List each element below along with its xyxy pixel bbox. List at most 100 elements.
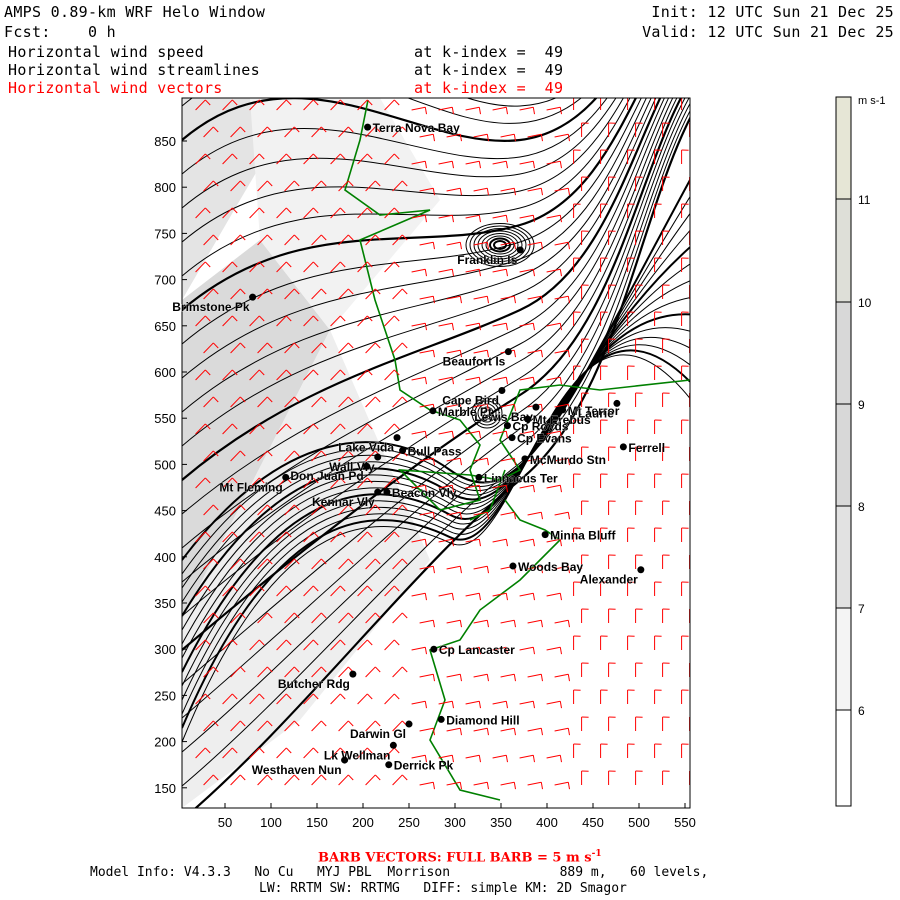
colorbar-bin bbox=[835, 96, 852, 200]
wind-barb bbox=[627, 527, 635, 543]
wind-barb bbox=[689, 770, 690, 786]
colorbar-bin bbox=[835, 403, 852, 507]
wind-barb bbox=[465, 160, 481, 169]
place-dot bbox=[363, 462, 371, 470]
colorbar-bin bbox=[835, 301, 852, 405]
wind-barb bbox=[438, 214, 454, 223]
wind-barb bbox=[519, 538, 535, 547]
wind-barb bbox=[465, 754, 481, 763]
wind-barb bbox=[581, 500, 589, 516]
place-marker: McMurdo Stn bbox=[521, 453, 606, 467]
wind-barb bbox=[608, 770, 616, 786]
wind-barb bbox=[627, 689, 635, 705]
wind-barb bbox=[546, 592, 562, 601]
wind-barb bbox=[492, 754, 508, 763]
wind-barb bbox=[438, 592, 454, 601]
wind-barb bbox=[519, 160, 535, 169]
wind-barb bbox=[554, 295, 570, 304]
wind-barb bbox=[681, 743, 689, 759]
colorbar-label: 7 bbox=[858, 602, 865, 616]
wind-barb bbox=[654, 743, 662, 759]
wind-barb bbox=[384, 423, 400, 435]
wind-barb bbox=[635, 608, 643, 624]
wind-map: 50 100 150 200 250 300 350 400 450 500 550 150 200 25… bbox=[154, 0, 885, 830]
colorbar-bin bbox=[835, 505, 852, 609]
place-label: Beacon Vly bbox=[392, 486, 457, 500]
wind-barb bbox=[438, 376, 454, 385]
wind-barb bbox=[527, 727, 543, 736]
wind-barb bbox=[662, 554, 670, 570]
wind-barb bbox=[654, 689, 662, 705]
wind-barb bbox=[573, 311, 581, 327]
wind-barb bbox=[689, 338, 690, 354]
wind-barb bbox=[419, 619, 435, 628]
wind-barb bbox=[689, 500, 690, 516]
wind-barb bbox=[465, 700, 481, 709]
wind-barb bbox=[438, 160, 454, 169]
wind-barb bbox=[446, 619, 462, 628]
wind-barb bbox=[492, 106, 508, 115]
wind-barb bbox=[465, 592, 481, 601]
wind-barb bbox=[446, 727, 462, 736]
wind-barb bbox=[384, 315, 400, 327]
place-dot bbox=[504, 348, 512, 356]
place-label: Mt Fleming bbox=[219, 480, 282, 494]
place-label: Cp Lancaster bbox=[439, 643, 515, 657]
wind-barb bbox=[365, 396, 381, 408]
place-dot bbox=[532, 403, 540, 411]
wind-barb bbox=[473, 619, 489, 628]
wind-barb bbox=[492, 430, 508, 439]
y-tick-label: 350 bbox=[154, 596, 176, 611]
wind-barb bbox=[411, 376, 427, 385]
place-dot bbox=[389, 741, 397, 749]
wind-barb bbox=[392, 666, 408, 678]
place-label: Lk Wellman bbox=[324, 748, 390, 762]
place-marker: Marble Pt bbox=[429, 405, 492, 419]
wind-barb bbox=[492, 700, 508, 709]
place-label: Don Juan Pd bbox=[290, 469, 363, 483]
wind-barb bbox=[546, 646, 562, 655]
wind-barb bbox=[681, 149, 689, 165]
wind-barb bbox=[492, 160, 508, 169]
streamline bbox=[182, 0, 700, 72]
wind-barb bbox=[411, 700, 427, 709]
wind-barb bbox=[662, 392, 670, 408]
y-tick-label: 200 bbox=[154, 735, 176, 750]
place-dot bbox=[613, 399, 621, 407]
wind-barb bbox=[527, 511, 543, 520]
streamline bbox=[182, 0, 700, 55]
y-tick-label: 700 bbox=[154, 273, 176, 288]
wind-barb bbox=[519, 106, 535, 115]
wind-barb bbox=[662, 230, 670, 246]
streamline bbox=[182, 0, 700, 89]
wind-barb bbox=[689, 392, 690, 408]
wind-barb bbox=[411, 106, 427, 115]
wind-barb bbox=[446, 457, 462, 466]
place-label: McMurdo Stn bbox=[530, 453, 606, 467]
x-tick-label: 450 bbox=[582, 815, 604, 830]
wind-barb bbox=[519, 646, 535, 655]
wind-barb bbox=[446, 187, 462, 196]
place-dot bbox=[475, 473, 483, 481]
place-dot bbox=[541, 531, 549, 539]
y-tick-label: 500 bbox=[154, 457, 176, 472]
wind-barb bbox=[635, 770, 643, 786]
colorbar-label: 9 bbox=[858, 398, 865, 412]
wind-barb bbox=[662, 716, 670, 732]
place-marker: Darwin Gl bbox=[350, 720, 413, 741]
wind-barb bbox=[689, 176, 690, 192]
wind-barb bbox=[546, 268, 562, 277]
wind-barb bbox=[384, 99, 400, 111]
place-marker: Bull Pass bbox=[399, 444, 462, 459]
wind-barb bbox=[600, 365, 608, 381]
place-marker: Cp Evans bbox=[508, 431, 572, 446]
wind-barb bbox=[681, 203, 689, 219]
place-dot bbox=[282, 473, 290, 481]
wind-barb bbox=[554, 673, 570, 682]
x-tick-label: 350 bbox=[490, 815, 512, 830]
place-dot bbox=[521, 455, 529, 463]
wind-barb bbox=[384, 693, 400, 705]
place-marker: Minna Bluff bbox=[541, 528, 617, 543]
wind-barb bbox=[689, 662, 690, 678]
y-tick-label: 650 bbox=[154, 319, 176, 334]
